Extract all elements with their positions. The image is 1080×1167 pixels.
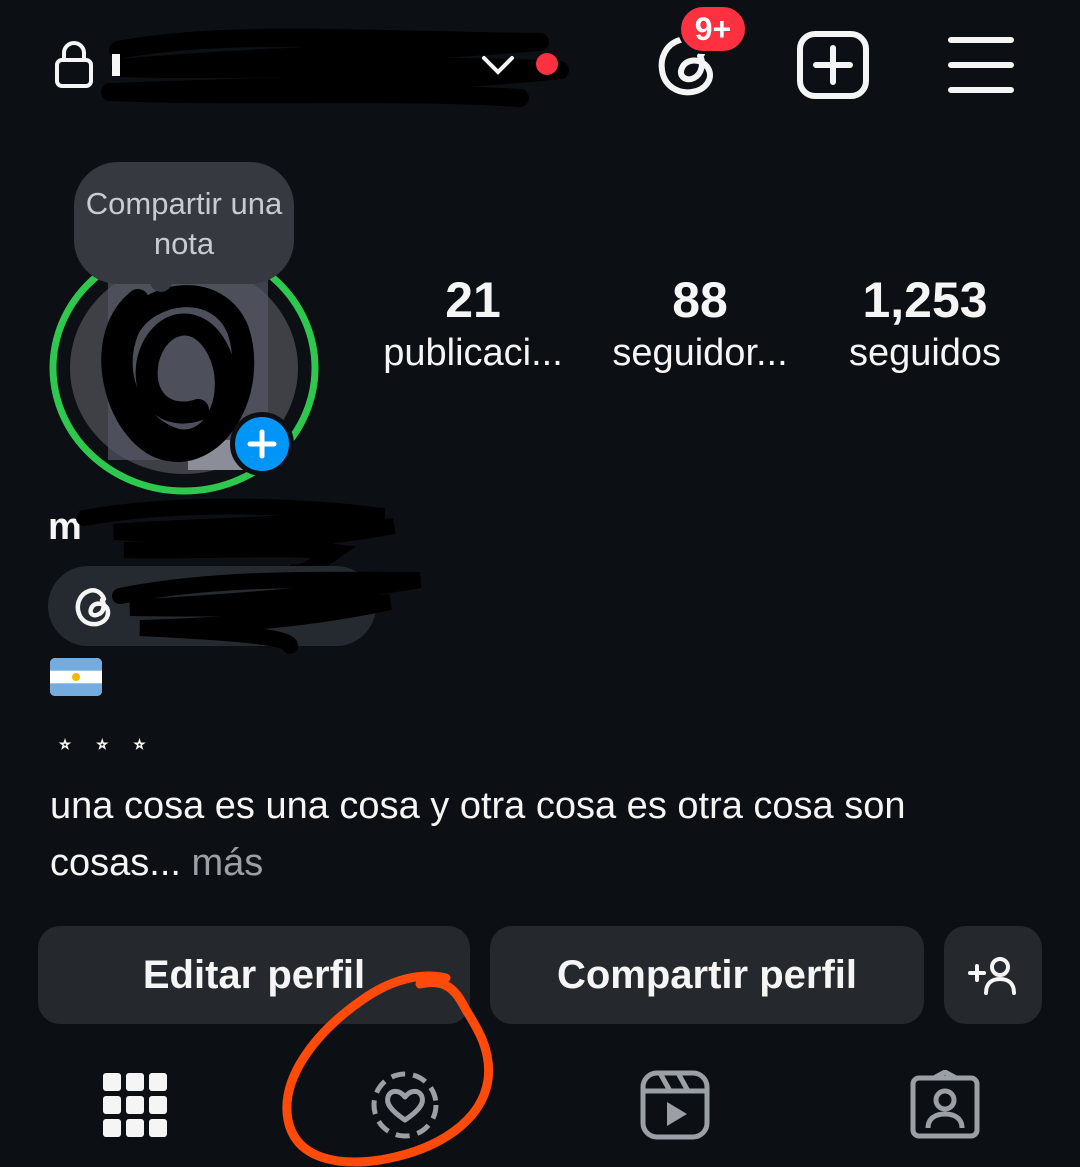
posts-label: publicaci... bbox=[383, 332, 563, 374]
following-label: seguidos bbox=[848, 332, 1002, 374]
tab-tagged[interactable] bbox=[900, 1060, 990, 1150]
plus-icon bbox=[247, 429, 277, 459]
lock-icon bbox=[55, 41, 93, 88]
add-story-button[interactable] bbox=[230, 412, 294, 476]
following-count: 1,253 bbox=[862, 272, 988, 328]
reels-icon bbox=[640, 1070, 710, 1140]
share-profile-button[interactable]: Compartir perfil bbox=[490, 926, 924, 1024]
note-bubble[interactable]: Compartir una nota bbox=[74, 162, 294, 284]
followers-count: 88 bbox=[672, 272, 728, 328]
bio-more-link[interactable]: más bbox=[192, 842, 264, 884]
notification-badge: 9+ bbox=[678, 4, 748, 54]
edit-profile-button[interactable]: Editar perfil bbox=[38, 926, 470, 1024]
stat-posts[interactable]: 21 publicaci... bbox=[358, 272, 588, 378]
hamburger-menu-icon[interactable] bbox=[948, 34, 1014, 96]
posts-count: 21 bbox=[445, 272, 501, 328]
stat-followers[interactable]: 88 seguidor... bbox=[585, 272, 815, 378]
argentina-flag-icon bbox=[50, 658, 102, 696]
chevron-down-icon[interactable] bbox=[478, 50, 518, 80]
tab-posts-grid[interactable] bbox=[90, 1060, 180, 1150]
tab-reels[interactable] bbox=[630, 1060, 720, 1150]
bio-text: una cosa es una cosa y otra cosa es otra… bbox=[50, 778, 1040, 892]
bio-body: una cosa es una cosa y otra cosa es otra… bbox=[50, 785, 906, 884]
followers-label: seguidor... bbox=[612, 332, 788, 374]
bio-stars: ⭒ ⭒ ⭒ bbox=[58, 728, 155, 758]
redacted-threads-handle bbox=[112, 571, 422, 654]
heart-circle-icon bbox=[371, 1071, 439, 1139]
unread-dot bbox=[536, 53, 558, 75]
tab-liked[interactable] bbox=[360, 1060, 450, 1150]
discover-people-button[interactable] bbox=[944, 926, 1042, 1024]
add-person-icon bbox=[968, 957, 1016, 995]
stat-following[interactable]: 1,253 seguidos bbox=[810, 272, 1040, 378]
plus-square-icon[interactable] bbox=[796, 30, 870, 100]
note-bubble-tail bbox=[150, 270, 172, 292]
grid-icon bbox=[103, 1073, 167, 1137]
tagged-person-icon bbox=[910, 1070, 980, 1139]
